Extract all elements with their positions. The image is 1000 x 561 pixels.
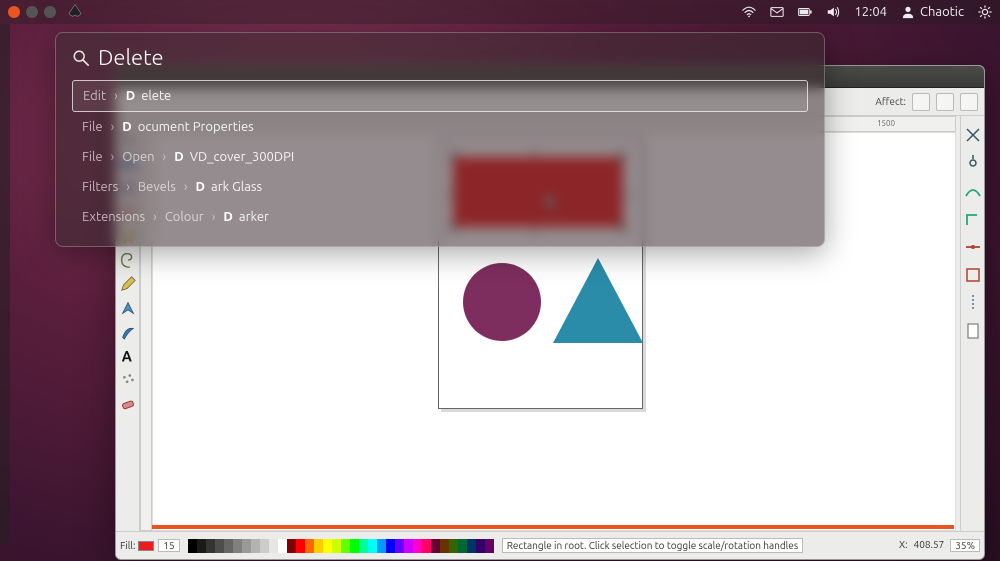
palette-swatch[interactable] — [359, 539, 368, 553]
top-panel: 12:04 Chaotic — [0, 0, 1000, 24]
panel-indicators: 12:04 Chaotic — [742, 5, 992, 19]
snap-path-icon[interactable] — [964, 182, 982, 200]
snap-guide-icon[interactable] — [964, 294, 982, 312]
spiral-tool-icon[interactable] — [118, 250, 138, 270]
app-icon-inkscape — [66, 3, 84, 21]
palette-swatch[interactable] — [332, 539, 341, 553]
clock[interactable]: 12:04 — [854, 5, 887, 19]
eraser-tool-icon[interactable] — [118, 394, 138, 414]
battery-icon[interactable] — [798, 5, 812, 19]
hud-search-input[interactable] — [98, 45, 808, 70]
palette-swatch[interactable] — [395, 539, 404, 553]
hud-result-item[interactable]: File›Open›DVD_cover_300DPI — [72, 142, 808, 172]
x-value: 408.57 — [914, 539, 945, 552]
svg-text:A: A — [121, 348, 131, 364]
window-minimize-button[interactable] — [26, 6, 38, 18]
palette-swatch[interactable] — [233, 539, 242, 553]
palette-swatch[interactable] — [413, 539, 422, 553]
palette-swatch[interactable] — [269, 539, 278, 553]
palette-swatch[interactable] — [422, 539, 431, 553]
status-message: Rectangle in root. Click selection to to… — [502, 538, 803, 553]
fill-swatch[interactable] — [138, 541, 154, 551]
palette-swatch[interactable] — [296, 539, 305, 553]
text-tool-icon[interactable]: A — [118, 346, 138, 366]
wifi-icon[interactable] — [742, 5, 756, 19]
hud-search-row — [72, 43, 808, 80]
palette-swatch[interactable] — [476, 539, 485, 553]
window-close-button[interactable] — [8, 6, 20, 18]
snap-page-icon[interactable] — [964, 322, 982, 340]
calligraphy-tool-icon[interactable] — [118, 322, 138, 342]
toolbar-button[interactable] — [912, 93, 930, 111]
palette-swatch[interactable] — [368, 539, 377, 553]
spray-tool-icon[interactable] — [118, 370, 138, 390]
palette-swatch[interactable] — [386, 539, 395, 553]
fill-label: Fill: — [120, 540, 135, 551]
mail-icon[interactable] — [770, 5, 784, 19]
user-menu[interactable]: Chaotic — [901, 5, 964, 19]
snap-corner-icon[interactable] — [964, 210, 982, 228]
palette-swatch[interactable] — [251, 539, 260, 553]
palette-swatch[interactable] — [278, 539, 287, 553]
volume-icon[interactable] — [826, 5, 840, 19]
search-icon — [72, 49, 90, 67]
palette-swatch[interactable] — [323, 539, 332, 553]
window-maximize-button[interactable] — [44, 6, 56, 18]
palette-swatch[interactable] — [431, 539, 440, 553]
pen-tool-icon[interactable] — [118, 298, 138, 318]
hud-overlay: Edit›DeleteFile›Document PropertiesFile›… — [55, 32, 825, 247]
pencil-tool-icon[interactable] — [118, 274, 138, 294]
palette-swatch[interactable] — [404, 539, 413, 553]
snap-midpoint-icon[interactable] — [964, 238, 982, 256]
palette-swatch[interactable] — [215, 539, 224, 553]
palette-swatch[interactable] — [350, 539, 359, 553]
affect-label: Affect: — [875, 96, 906, 107]
hud-result-item[interactable]: Edit›Delete — [72, 80, 808, 112]
scrollbar-horizontal[interactable] — [152, 525, 954, 529]
layer-number[interactable]: 15 — [158, 539, 179, 552]
snap-bbox-icon[interactable] — [964, 266, 982, 284]
palette-swatch[interactable] — [188, 539, 197, 553]
toolbar-button[interactable] — [936, 93, 954, 111]
command-bar-right — [960, 116, 984, 531]
snap-tool-icon[interactable] — [964, 126, 982, 144]
palette-swatch[interactable] — [449, 539, 458, 553]
hud-result-item[interactable]: File›Document Properties — [72, 112, 808, 142]
palette-swatch[interactable] — [314, 539, 323, 553]
palette-swatch[interactable] — [305, 539, 314, 553]
palette-swatch[interactable] — [206, 539, 215, 553]
palette-swatch[interactable] — [287, 539, 296, 553]
palette-swatch[interactable] — [197, 539, 206, 553]
window-controls — [8, 6, 56, 18]
palette-swatch[interactable] — [260, 539, 269, 553]
palette-swatch[interactable] — [458, 539, 467, 553]
x-label: X: — [899, 539, 908, 552]
zoom-value[interactable]: 35% — [950, 539, 980, 552]
system-settings-icon[interactable] — [978, 5, 992, 19]
hud-results-list: Edit›DeleteFile›Document PropertiesFile›… — [72, 80, 808, 232]
palette-swatch[interactable] — [341, 539, 350, 553]
status-bar: Fill: 15 Rectangle in root. Click select… — [116, 531, 984, 559]
palette-swatch[interactable] — [440, 539, 449, 553]
unity-launcher[interactable] — [0, 24, 10, 544]
hud-result-item[interactable]: Filters›Bevels›Dark Glass — [72, 172, 808, 202]
fill-indicator[interactable]: Fill: — [120, 540, 154, 551]
toolbar-button[interactable] — [960, 93, 978, 111]
palette-swatch[interactable] — [467, 539, 476, 553]
palette-swatch[interactable] — [242, 539, 251, 553]
circle-shape[interactable] — [463, 263, 541, 341]
hud-result-item[interactable]: Extensions›Colour›Darker — [72, 202, 808, 232]
palette-swatch[interactable] — [224, 539, 233, 553]
palette-swatch[interactable] — [377, 539, 386, 553]
color-palette — [188, 539, 494, 553]
snap-node-icon[interactable] — [964, 154, 982, 172]
triangle-shape[interactable] — [553, 258, 643, 343]
user-name: Chaotic — [920, 5, 964, 19]
palette-swatch[interactable] — [485, 539, 494, 553]
